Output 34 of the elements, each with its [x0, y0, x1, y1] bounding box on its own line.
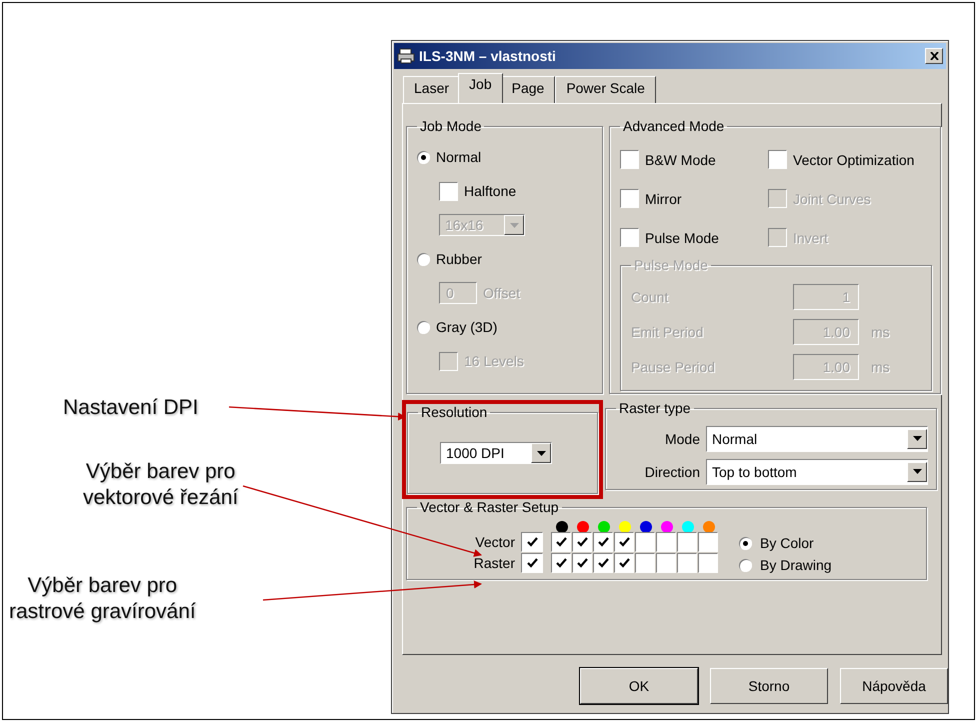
option-label: Normal	[436, 149, 482, 165]
dialog-button[interactable]: Storno	[710, 668, 828, 704]
tab[interactable]: Page	[500, 76, 556, 103]
option-label: Halftone	[464, 183, 516, 199]
option-label: B&W Mode	[645, 152, 716, 168]
group-title: Job Mode	[419, 118, 482, 134]
group-title: Vector & Raster Setup	[419, 499, 560, 515]
option-label: By Drawing	[760, 557, 832, 573]
dialog-button[interactable]: OK	[580, 668, 698, 704]
row-label: Vector	[474, 534, 516, 550]
group-title: Advanced Mode	[622, 118, 726, 134]
group-title: Resolution	[420, 404, 488, 420]
annotation-text: Výběr barev pro vektorové řezání	[83, 459, 238, 511]
tab[interactable]: Job	[458, 73, 503, 103]
row-label: Raster	[472, 554, 516, 571]
window-title: ILS-3NM – vlastnosti	[419, 48, 557, 64]
option-label: Mirror	[645, 190, 682, 206]
dropdown[interactable]: Normal	[706, 426, 928, 452]
group-title: Raster type	[618, 400, 692, 416]
option-label: Vector Optimization	[793, 152, 914, 168]
dropdown[interactable]: 1000 DPI	[440, 442, 552, 464]
dropdown[interactable]: Top to bottom	[706, 458, 928, 484]
annotation-text: Nastavení DPI	[63, 395, 198, 421]
option-label: Rubber	[436, 251, 482, 267]
option-label: By Color	[760, 535, 814, 551]
annotation-text: Výběr barev pro rastrové gravírování	[9, 573, 196, 625]
option-label: Pulse Mode	[645, 230, 719, 246]
tab[interactable]: Laser	[403, 76, 460, 103]
option-label: Gray (3D)	[436, 319, 498, 335]
field-label: Direction	[644, 464, 700, 480]
tab[interactable]: Power Scale	[555, 76, 656, 103]
field-label: Mode	[664, 430, 700, 446]
dialog-button[interactable]: Nápověda	[840, 668, 948, 704]
group-title: Pulse Mode	[633, 257, 709, 273]
